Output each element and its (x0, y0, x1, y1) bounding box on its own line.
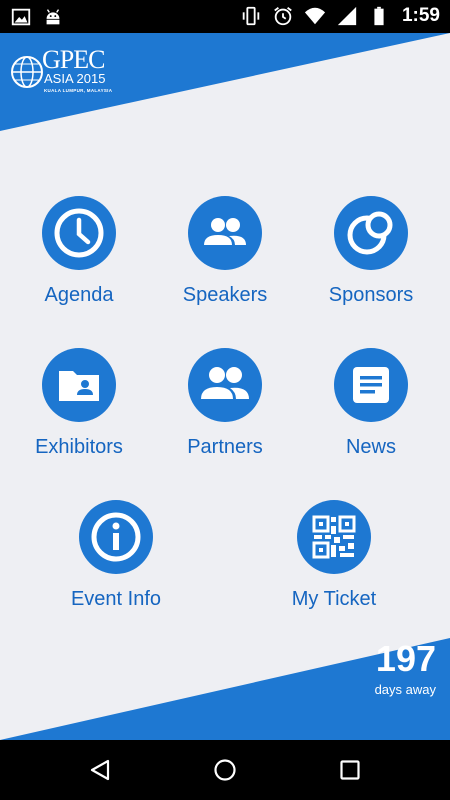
people-icon (204, 218, 246, 245)
menu-item-event-info[interactable]: Event Info (56, 500, 176, 611)
menu-item-speakers[interactable]: Speakers (165, 196, 285, 307)
menu-item-news[interactable]: News (311, 348, 431, 459)
speakers-circle[interactable] (188, 196, 262, 270)
news-icon (353, 367, 389, 403)
home-icon[interactable] (213, 758, 237, 782)
clock-time: 1:59 (401, 5, 440, 26)
vibrate-icon (242, 6, 260, 26)
menu-item-my-ticket[interactable]: My Ticket (274, 500, 394, 611)
menu-label: Sponsors (328, 284, 414, 306)
sponsors-icon (347, 211, 393, 255)
menu-item-exhibitors[interactable]: Exhibitors (19, 348, 139, 459)
event-info-circle[interactable] (79, 500, 153, 574)
clock-icon (54, 208, 104, 258)
logo-year: ASIA 2015 (44, 71, 106, 86)
menu-label: Event Info (70, 588, 162, 610)
wifi-icon (304, 7, 326, 25)
logo-place: KUALA LUMPUR, MALAYSIA (44, 88, 113, 93)
navigation-bar (0, 740, 450, 800)
sponsors-circle[interactable] (334, 196, 408, 270)
menu-label: My Ticket (291, 588, 377, 610)
people-icon (201, 367, 249, 399)
signal-icon (337, 6, 357, 26)
folder-user-icon (59, 371, 99, 401)
menu-item-sponsors[interactable]: Sponsors (311, 196, 431, 307)
image-icon (11, 8, 31, 26)
qr-code-icon (312, 515, 356, 559)
menu-item-partners[interactable]: Partners (165, 348, 285, 459)
countdown: 197 days away (375, 640, 436, 698)
menu-label: Partners (187, 436, 263, 458)
menu-label: Speakers (182, 284, 268, 306)
logo-word: GPEC (42, 45, 105, 74)
app-screen: GPEC ASIA 2015 KUALA LUMPUR, MALAYSIA Ag… (0, 33, 450, 740)
alarm-icon (274, 7, 292, 26)
partners-circle[interactable] (188, 348, 262, 422)
menu-label: News (345, 436, 396, 458)
agenda-circle[interactable] (42, 196, 116, 270)
news-circle[interactable] (334, 348, 408, 422)
menu-label: Agenda (44, 284, 114, 306)
battery-icon (374, 6, 384, 26)
gpec-logo: GPEC ASIA 2015 KUALA LUMPUR, MALAYSIA (10, 47, 120, 99)
back-icon[interactable] (88, 758, 112, 782)
info-icon (91, 512, 141, 562)
globe-icon (11, 56, 43, 88)
menu-label: Exhibitors (35, 436, 123, 458)
android-icon (46, 9, 60, 25)
my-ticket-circle[interactable] (297, 500, 371, 574)
countdown-unit: days away (374, 682, 436, 697)
recents-icon[interactable] (338, 758, 362, 782)
menu-item-agenda[interactable]: Agenda (19, 196, 139, 307)
exhibitors-circle[interactable] (42, 348, 116, 422)
status-bar: 1:59 (0, 0, 450, 33)
countdown-value: 197 (375, 638, 436, 679)
